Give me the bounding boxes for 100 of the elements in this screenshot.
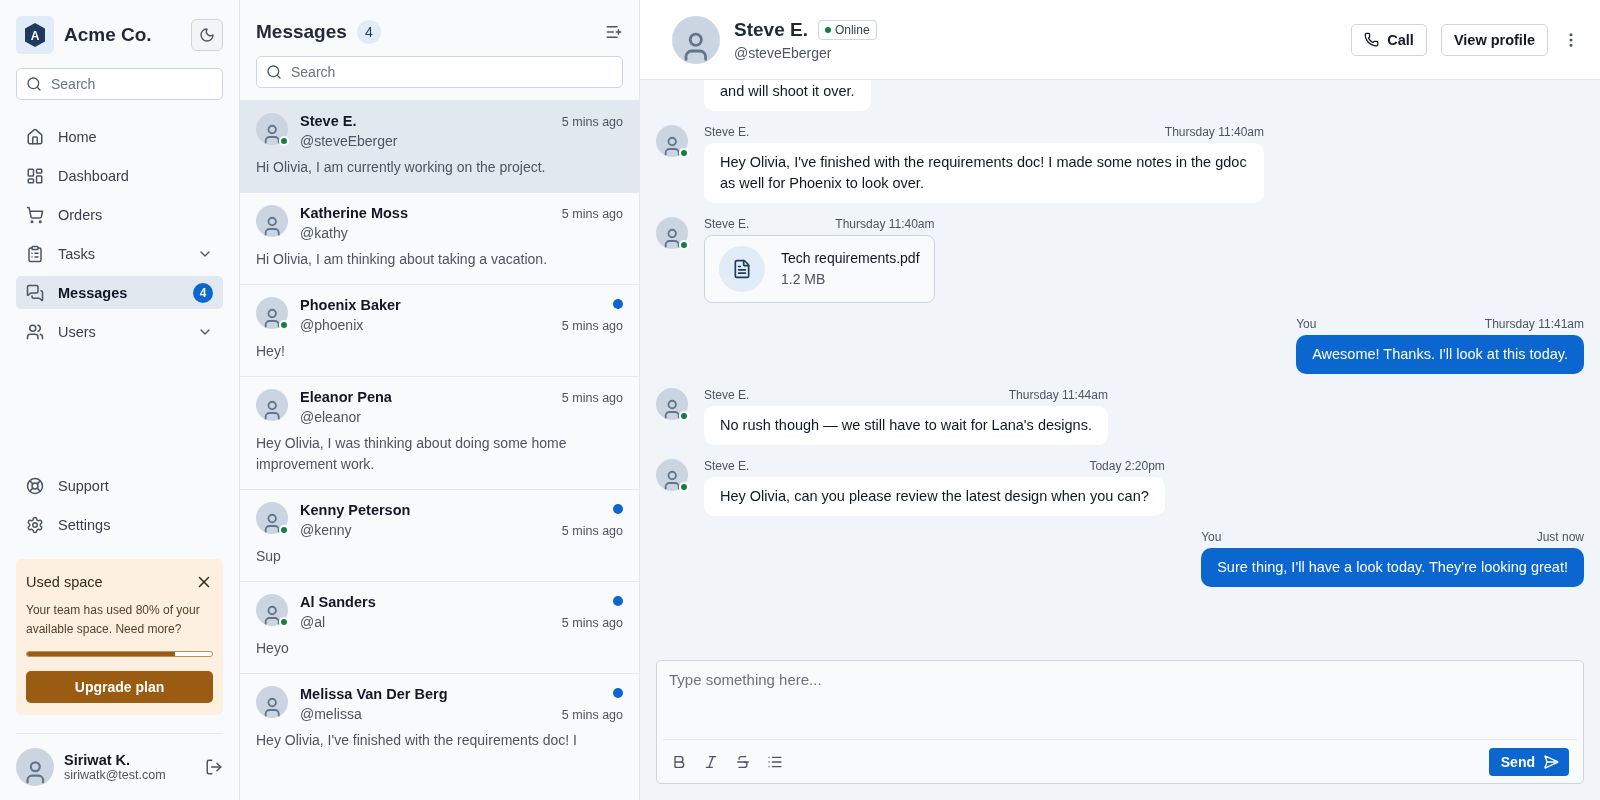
nav-label: Support — [58, 477, 110, 494]
theme-toggle-button[interactable] — [191, 19, 223, 51]
send-icon — [1543, 753, 1559, 770]
conversation-item[interactable]: Melissa Van Der Berg @melissa 5 mins ago Hey Olivia, I've finished with the requirements doc! I — [240, 673, 639, 765]
bold-icon[interactable] — [671, 753, 687, 770]
nav-item[interactable]: Home — [16, 120, 223, 153]
message-bubble: No rush though — we still have to wait for Lana's designs. — [704, 406, 1108, 445]
search-icon — [266, 64, 282, 80]
sender-name: Steve E. — [704, 217, 750, 231]
nav-label: Dashboard — [58, 167, 130, 184]
contact-handle: @steveEberger — [300, 133, 399, 149]
nav-label: Settings — [58, 516, 112, 533]
contact-handle: @melissa — [300, 706, 363, 722]
nav-label: Tasks — [58, 245, 97, 262]
count-badge: 4 — [193, 282, 213, 303]
contact-name: Al Sanders — [300, 594, 377, 610]
settings-icon — [26, 515, 44, 534]
message-time: Thursday 11:40am — [835, 217, 935, 231]
contact-name: Steve E. — [300, 113, 358, 129]
message-bubble: Awesome! Thanks. I'll look at this today. — [1296, 335, 1584, 374]
file-size: 1.2 MB — [781, 270, 827, 289]
conversation-item[interactable]: Katherine Moss @kathy 5 mins ago Hi Olivia, I am thinking about taking a vacation. — [240, 192, 639, 284]
message-bubble: Sure thing, I'll have a look today. They're looking great! — [1201, 548, 1584, 587]
sender-name: You — [1201, 530, 1222, 544]
contact-handle: @phoenix — [300, 317, 365, 333]
user-name: Siriwat K. — [64, 752, 132, 768]
message-bubble: Hey Olivia, I've finished with the requirements doc! I made some notes in the gdoc as well for Phoenix to look over. — [704, 143, 1264, 203]
file-name: Tech requirements.pdf — [781, 249, 920, 268]
file-attachment[interactable]: Tech requirements.pdf 1.2 MB — [704, 235, 935, 303]
home-icon — [26, 127, 44, 146]
lifebuoy-icon — [26, 476, 44, 495]
message-time: Thursday 11:40am — [1164, 125, 1264, 139]
nav-item[interactable]: Users — [16, 315, 223, 348]
sender-name: Steve E. — [704, 125, 750, 139]
conversation-item[interactable]: Phoenix Baker @phoenix 5 mins ago Hey! — [240, 284, 639, 376]
conversation-item[interactable]: Al Sanders @al 5 mins ago Heyo — [240, 581, 639, 673]
online-dot — [679, 240, 689, 250]
message-preview: Hey! — [256, 342, 286, 361]
message-time: 5 mins ago — [561, 616, 623, 630]
search-icon — [26, 76, 42, 92]
sender-name: You — [1296, 317, 1317, 331]
message-preview: Hi Olivia, I am currently working on the project. — [256, 158, 547, 177]
contact-name: Katherine Moss — [300, 205, 409, 221]
upgrade-button[interactable]: Upgrade plan — [26, 671, 213, 703]
brand-name: Acme Co. — [64, 24, 153, 46]
moon-icon — [199, 27, 215, 43]
conversation-item[interactable]: Kenny Peterson @kenny 5 mins ago Sup — [240, 489, 639, 581]
card-title: Used space — [26, 574, 103, 590]
message-time: 5 mins ago — [561, 319, 623, 333]
strikethrough-icon[interactable] — [735, 753, 751, 770]
message-time: Today 2:20pm — [1089, 459, 1165, 473]
chat-icon — [26, 283, 44, 302]
message-bubble: Hey Olivia, can you please review the latest design when you can? — [704, 477, 1165, 516]
online-dot — [679, 411, 689, 421]
dashboard-icon — [26, 166, 44, 185]
phone-icon — [1364, 32, 1380, 47]
nav-item[interactable]: Orders — [16, 198, 223, 231]
nav-label: Messages — [58, 284, 129, 301]
nav-item[interactable]: Messages 4 — [16, 276, 223, 309]
nav-label: Home — [58, 128, 98, 145]
nav-label: Orders — [58, 206, 104, 223]
message-bubble: and will shoot it over. — [704, 80, 871, 111]
call-button[interactable]: Call — [1351, 23, 1427, 56]
contact-name: Eleanor Pena — [300, 389, 393, 405]
conversation-item[interactable]: Steve E. @steveEberger 5 mins ago Hi Olivia, I am currently working on the project. — [240, 100, 639, 192]
file-icon — [732, 259, 752, 279]
nav-item[interactable]: Dashboard — [16, 159, 223, 192]
message-time: 5 mins ago — [561, 391, 623, 405]
search-field[interactable]: Search — [16, 68, 223, 100]
online-dot — [679, 482, 689, 492]
contact-name: Steve E. — [734, 18, 808, 41]
contact-handle: @kathy — [300, 225, 349, 241]
sender-name: Steve E. — [704, 388, 750, 402]
status-badge: Online — [817, 19, 877, 40]
contact-handle: @kenny — [300, 522, 353, 538]
nav-item[interactable]: Support — [16, 469, 223, 502]
compose-icon[interactable] — [605, 23, 623, 41]
message-time: 5 mins ago — [561, 524, 623, 538]
nav-item[interactable]: Tasks — [16, 237, 223, 270]
contact-handle: @steveEberger — [734, 44, 833, 61]
message-preview: Heyo — [256, 639, 290, 658]
cart-icon — [26, 205, 44, 224]
message-preview: Sup — [256, 547, 282, 566]
contact-name: Phoenix Baker — [300, 297, 402, 313]
italic-icon[interactable] — [703, 753, 719, 770]
conversation-item[interactable]: Eleanor Pena @eleanor 5 mins ago Hey Olivia, I was thinking about doing some home improvement work. — [240, 376, 639, 489]
message-time: Thursday 11:44am — [1008, 388, 1108, 402]
nav-label: Users — [58, 323, 97, 340]
send-button[interactable]: Send — [1488, 747, 1569, 776]
card-text: Your team has used 80% of your available space. Need more? — [26, 602, 201, 638]
panel-title: Messages — [256, 21, 347, 43]
search-field[interactable]: Search — [256, 56, 623, 88]
logout-icon[interactable] — [205, 758, 223, 776]
users-icon — [26, 322, 44, 341]
count-badge: 4 — [356, 20, 381, 44]
view-profile-button[interactable]: View profile — [1440, 23, 1548, 56]
message-preview: Hey Olivia, I've finished with the requirements doc! I — [256, 731, 578, 750]
user-email: siriwatk@test.com — [64, 768, 167, 782]
nav-item[interactable]: Settings — [16, 508, 223, 541]
message-time: Thursday 11:41am — [1484, 317, 1584, 331]
